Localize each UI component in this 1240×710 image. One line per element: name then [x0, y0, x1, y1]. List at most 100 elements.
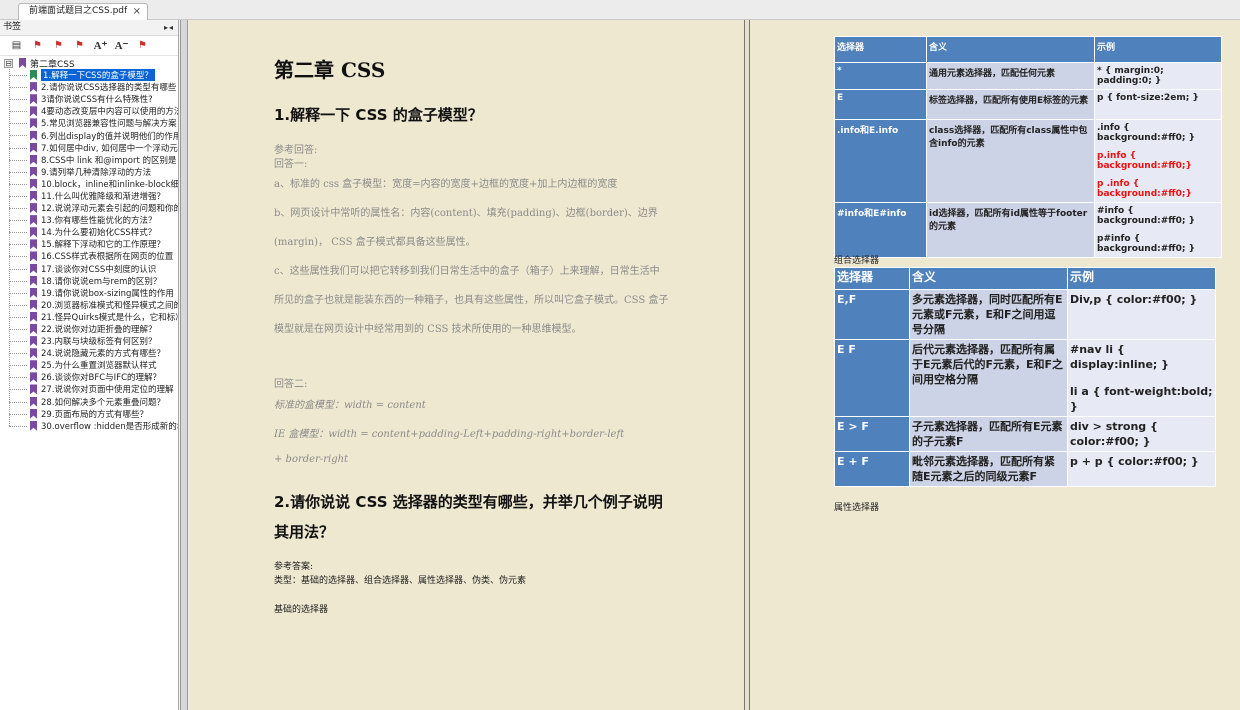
meaning-cell: 毗邻元素选择器，匹配所有紧随E元素之后的同级元素F	[909, 451, 1068, 487]
decrease-font-icon[interactable]: A⁻	[111, 38, 132, 54]
collapse-bookmark-icon[interactable]: ⚑	[48, 38, 69, 54]
header-example: 示例	[1067, 267, 1216, 290]
bookmark-item[interactable]: 13.你有哪些性能优化的方法？	[0, 214, 178, 226]
bookmark-flag-icon	[30, 420, 37, 431]
bookmarks-title: 书签	[3, 22, 22, 32]
bookmark-flag-icon	[30, 142, 37, 153]
selector-cell: E,F	[834, 289, 910, 340]
bookmark-flag-icon	[30, 239, 37, 250]
panel-controls-icon[interactable]: ▸◂	[164, 20, 174, 35]
bookmark-item[interactable]: 28.如何解决多个元素重叠问题？	[0, 396, 178, 408]
bookmark-flag-icon	[30, 384, 37, 395]
example-text: p#info { background:#ff0; }	[1097, 234, 1195, 254]
example-text: .info { background:#ff0; }	[1097, 123, 1195, 143]
basic-selector-table: 选择器 含义 示例 * 通用元素选择器，匹配任何元素 * { margin:0;…	[834, 36, 1222, 258]
expand-bookmark-icon[interactable]: ⚑	[27, 38, 48, 54]
bookmark-item-label: 30.overflow :hidden是否形成新的块级格式化上下文	[41, 421, 178, 432]
bookmark-flag-icon	[30, 118, 37, 129]
bookmark-item[interactable]: 27.说说你对页面中使用定位的理解	[0, 383, 178, 395]
bookmark-flag-icon	[30, 251, 37, 262]
bookmark-item[interactable]: 17.谈谈你对CSS中刻度的认识	[0, 263, 178, 275]
add-bookmark-icon[interactable]: ⚑	[69, 38, 90, 54]
table-header-row: 选择器 含义 示例	[834, 267, 1216, 290]
bookmark-item-label: 13.你有哪些性能优化的方法？	[41, 216, 157, 227]
find-bookmark-icon[interactable]: ⚑	[132, 38, 153, 54]
bookmark-flag-icon	[19, 58, 26, 68]
bookmark-item[interactable]: 5.常见浏览器兼容性问题与解决方案	[0, 117, 178, 129]
bookmark-flag-icon	[30, 336, 37, 347]
document-viewer: 第二章 CSS 1.解释一下 CSS 的盒子模型？ 参考回答: 回答一: a、标…	[189, 20, 1240, 710]
bookmark-flag-icon	[30, 190, 37, 201]
pdf-page-right: 选择器 含义 示例 * 通用元素选择器，匹配任何元素 * { margin:0;…	[750, 20, 1240, 710]
collapse-node-icon[interactable]: ⊟	[4, 58, 13, 68]
example-text: p.info { background:#ff0;}	[1097, 151, 1192, 171]
bookmark-item[interactable]: 8.CSS中 link 和@import 的区别是	[0, 154, 178, 166]
bookmark-item[interactable]: 15.解释下浮动和它的工作原理？	[0, 238, 178, 250]
bookmark-flag-icon	[30, 166, 37, 177]
panel-splitter[interactable]	[180, 20, 188, 710]
example-cell: #nav li { display:inline; } li a { font-…	[1067, 339, 1216, 417]
example-text: #info { background:#ff0; }	[1097, 206, 1195, 226]
combo-selector-table: 选择器 含义 示例 E,F 多元素选择器，同时匹配所有E元素或F元素，E和F之间…	[834, 267, 1216, 487]
bookmark-item[interactable]: 19.请你说说box-sizing属性的作用	[0, 287, 178, 299]
bookmark-item[interactable]: 1.解释一下CSS的盒子模型？	[0, 69, 178, 82]
bookmark-item[interactable]: 26.谈谈你对BFC与IFC的理解？	[0, 371, 178, 383]
bookmark-item[interactable]: 16.CSS样式表根据所在网页的位置	[0, 250, 178, 262]
bookmark-item[interactable]: 4要动态改变层中内容可以使用的方法	[0, 105, 178, 117]
increase-font-icon[interactable]: A⁺	[90, 38, 111, 54]
bookmark-item[interactable]: 3请你说说CSS有什么特殊性?	[0, 93, 178, 105]
bookmark-flag-icon	[30, 82, 37, 93]
bookmark-item[interactable]: 21.怪异Quirks模式是什么，它和标准模式	[0, 311, 178, 323]
example-text: p + p { color:#f00; }	[1070, 455, 1199, 468]
bookmark-root[interactable]: ⊟ 第二章CSS	[0, 57, 178, 70]
example-text: p { font-size:2em; }	[1097, 93, 1199, 103]
bookmark-tree: ⊟ 第二章CSS 1.解释一下CSS的盒子模型？ 2.请你说说CSS选择器的类型有…	[0, 56, 178, 432]
bookmark-item-label: 29.页面布局的方式有哪些？	[41, 409, 149, 420]
meaning-cell: 多元素选择器，同时匹配所有E元素或F元素，E和F之间用逗号分隔	[909, 289, 1068, 340]
example-text: #nav li { display:inline; }	[1070, 343, 1169, 371]
bookmark-item[interactable]: 29.页面布局的方式有哪些？	[0, 408, 178, 420]
bookmark-item[interactable]: 24.说说隐藏元素的方式有哪些？	[0, 347, 178, 359]
bookmark-item[interactable]: 20.浏览器标准模式和怪异模式之间的区别	[0, 299, 178, 311]
example-text: Div,p { color:#f00; }	[1070, 293, 1198, 306]
bookmark-item-label: 21.怪异Quirks模式是什么，它和标准模式	[41, 312, 178, 323]
bookmark-flag-icon	[30, 70, 37, 81]
example-cell: p { font-size:2em; }	[1094, 89, 1222, 120]
bookmark-item[interactable]: 12.说说浮动元素会引起的问题和你的解决办法	[0, 202, 178, 214]
bookmark-flag-icon	[30, 360, 37, 371]
bookmark-item[interactable]: 14.为什么要初始化CSS样式？	[0, 226, 178, 238]
bookmark-item[interactable]: 6.列出display的值并说明他们的作用	[0, 129, 178, 142]
bookmark-items: 1.解释一下CSS的盒子模型？ 2.请你说说CSS选择器的类型有哪些 3请你说说CS…	[0, 69, 178, 432]
document-tab[interactable]: 前端面试题目之CSS.pdf ×	[18, 3, 148, 20]
bookmark-item[interactable]: 30.overflow :hidden是否形成新的块级格式化上下文	[0, 420, 178, 432]
bookmark-item[interactable]: 9.请列举几种清除浮动的方法	[0, 166, 178, 178]
paragraph-c: c、这些属性我们可以把它转移到我们日常生活中的盒子（箱子）上来理解，日常生活中所…	[274, 266, 669, 335]
bookmark-item[interactable]: 2.请你说说CSS选择器的类型有哪些	[0, 81, 178, 93]
bookmark-item[interactable]: 22.说说你对边距折叠的理解？	[0, 323, 178, 335]
bookmark-item-label: 6.列出display的值并说明他们的作用	[41, 131, 178, 142]
bookmark-item[interactable]: 11.什么叫优雅降级和渐进增强？	[0, 190, 178, 202]
options-menu-icon[interactable]: ▤	[6, 38, 27, 54]
example-text: * { margin:0; padding:0; }	[1097, 66, 1164, 86]
reference-answer-label: 参考答案:	[274, 562, 314, 572]
bookmarks-panel: 书签 ▸◂ ▤ ⚑ ⚑ ⚑ A⁺ A⁻ ⚑ ⊟ 第二章CSS 1.解释一下CSS…	[0, 20, 179, 710]
bookmarks-header: 书签 ▸◂	[0, 20, 178, 36]
table-row: E > F 子元素选择器，匹配所有E元素的子元素F div > strong {…	[834, 416, 1216, 452]
meaning-cell: id选择器，匹配所有id属性等于footer的元素	[926, 202, 1095, 258]
header-meaning: 含义	[909, 267, 1068, 290]
bookmark-item[interactable]: 7.如何居中div, 如何居中一个浮动元素	[0, 142, 178, 154]
close-tab-icon[interactable]: ×	[133, 4, 141, 19]
paragraph-b: b、网页设计中常听的属性名：内容(content)、填充(padding)、边框…	[274, 208, 658, 248]
bookmark-flag-icon	[30, 154, 37, 165]
table-row: E + F 毗邻元素选择器，匹配所有紧随E元素之后的同级元素F p + p { …	[834, 451, 1216, 487]
bookmark-item-label: 1.解释一下CSS的盒子模型？	[40, 69, 156, 82]
bookmark-flag-icon	[30, 324, 37, 335]
bookmark-item[interactable]: 25.为什么重置浏览器默认样式	[0, 359, 178, 371]
bookmarks-toolbar: ▤ ⚑ ⚑ ⚑ A⁺ A⁻ ⚑	[0, 36, 178, 56]
standard-box-model: 标准的盒模型：width = content	[274, 400, 426, 411]
bookmark-flag-icon	[30, 106, 37, 117]
bookmark-item[interactable]: 10.block，inline和inlinke-block细节对比	[0, 178, 178, 190]
selector-cell: E F	[834, 339, 910, 417]
bookmark-item[interactable]: 23.内联与块级标签有何区别？	[0, 335, 178, 347]
bookmark-item[interactable]: 18.请你说说em与rem的区别？	[0, 275, 178, 287]
